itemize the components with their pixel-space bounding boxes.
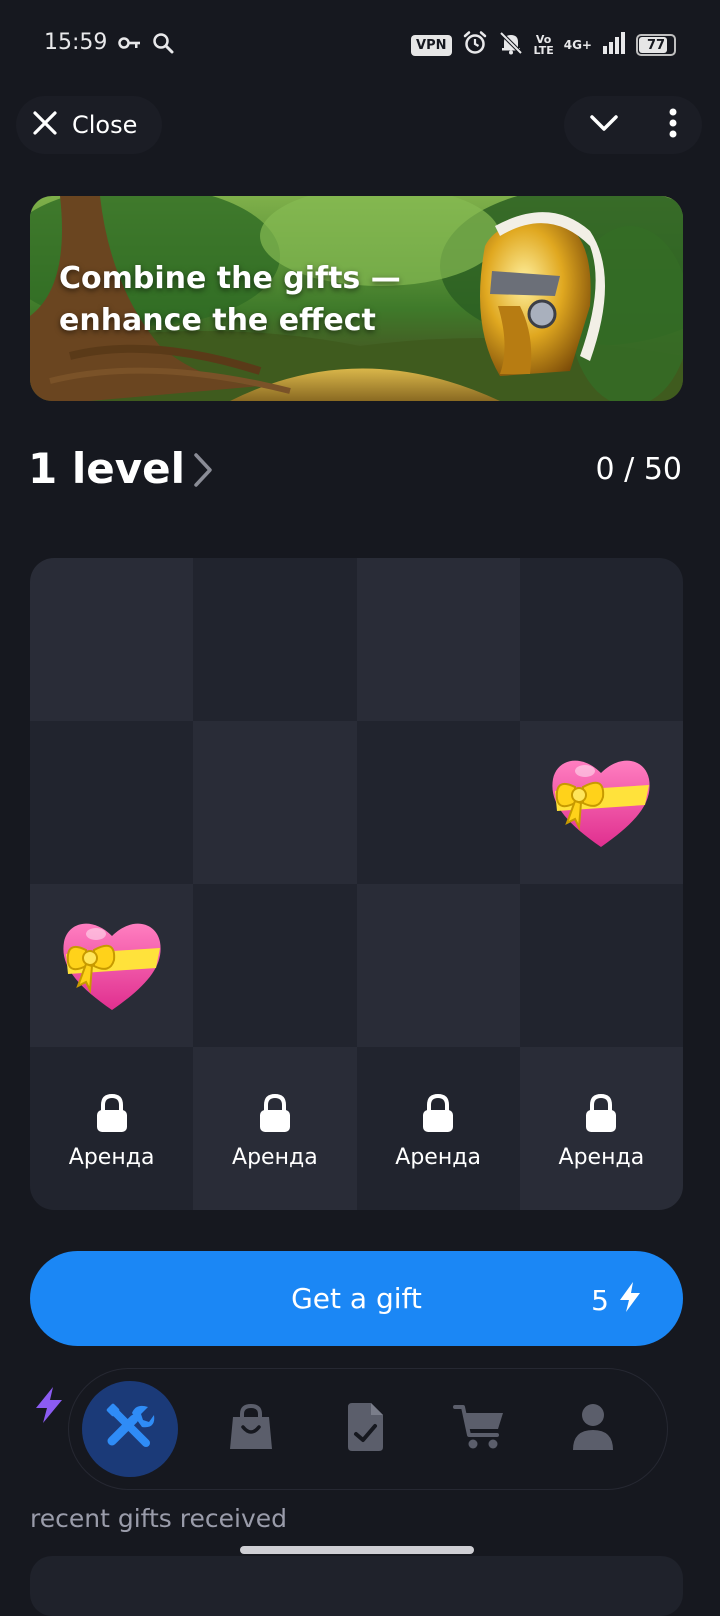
more-vertical-icon[interactable] xyxy=(669,108,677,142)
bell-off-icon xyxy=(498,30,524,60)
energy-lightning-icon xyxy=(32,1386,66,1428)
document-check-icon xyxy=(345,1402,385,1456)
volte-bottom: LTE xyxy=(533,44,554,57)
get-gift-label: Get a gift xyxy=(291,1282,422,1315)
locked-slot[interactable]: Аренда xyxy=(193,1047,357,1210)
recent-gifts-heading: recent gifts received xyxy=(30,1504,288,1533)
battery-level: 77 xyxy=(646,37,666,53)
level-row[interactable]: 1 level 0 / 50 xyxy=(28,440,682,500)
grid-cell[interactable] xyxy=(356,721,520,884)
lightning-icon xyxy=(617,1281,643,1320)
home-indicator[interactable] xyxy=(240,1546,474,1554)
grid-cell[interactable] xyxy=(519,558,683,721)
grid-cell[interactable] xyxy=(356,884,520,1047)
level-progress: 0 / 50 xyxy=(595,452,682,487)
grid-cell[interactable] xyxy=(193,884,357,1047)
locked-slot[interactable]: Аренда xyxy=(30,1047,194,1210)
get-gift-button[interactable]: Get a gift 5 xyxy=(30,1251,683,1346)
battery-indicator: 77 xyxy=(636,34,676,56)
heart-with-ribbon-icon xyxy=(63,923,161,1010)
tab-tasks[interactable] xyxy=(308,1381,422,1477)
locked-slot-label: Аренда xyxy=(232,1145,318,1170)
grid-cell[interactable] xyxy=(193,721,357,884)
heart-with-ribbon-icon xyxy=(552,760,650,847)
locked-slot-label: Аренда xyxy=(68,1145,155,1170)
tools-icon xyxy=(104,1401,156,1457)
lock-icon xyxy=(258,1093,292,1137)
tab-cart[interactable] xyxy=(422,1381,536,1477)
status-right-icons: VPN Vo LTE 4G+ 77 xyxy=(411,30,676,60)
grid-cell[interactable] xyxy=(30,558,194,721)
close-button[interactable]: Close xyxy=(16,96,162,154)
bottom-tab-bar xyxy=(68,1368,668,1490)
grid-cell[interactable] xyxy=(193,558,357,721)
status-time: 15:59 xyxy=(44,30,108,55)
grid-cell[interactable] xyxy=(356,558,520,721)
lock-icon xyxy=(95,1093,129,1137)
locked-slot[interactable]: Аренда xyxy=(356,1047,520,1210)
alarm-icon xyxy=(462,30,488,60)
vpn-badge: VPN xyxy=(411,34,452,56)
locked-slot-label: Аренда xyxy=(558,1145,645,1170)
status-bar: 15:59 VPN Vo LTE 4G+ 77 xyxy=(0,0,720,90)
status-left-icons xyxy=(118,32,174,58)
promo-banner[interactable]: Combine the gifts — enhance the effect xyxy=(30,196,683,401)
volte-indicator: Vo LTE xyxy=(534,34,554,56)
grid-cell[interactable] xyxy=(519,884,683,1047)
recent-gifts-card[interactable] xyxy=(30,1556,683,1616)
lock-icon xyxy=(584,1093,618,1137)
header-menu xyxy=(564,96,702,154)
chevron-right-icon xyxy=(192,452,214,492)
gift-grid: Аренда Аренда Аренда Аренда xyxy=(30,558,683,1210)
gift-cost-value: 5 xyxy=(591,1284,609,1317)
grid-cell[interactable] xyxy=(30,721,194,884)
user-icon xyxy=(572,1403,614,1455)
grid-cell-gift[interactable] xyxy=(519,721,683,884)
cart-icon xyxy=(453,1403,505,1455)
lock-icon xyxy=(421,1093,455,1137)
close-icon xyxy=(32,110,58,140)
chevron-down-icon[interactable] xyxy=(589,113,619,137)
gift-cost: 5 xyxy=(591,1281,643,1320)
tab-profile[interactable] xyxy=(536,1381,650,1477)
grid-cell-gift[interactable] xyxy=(30,884,194,1047)
shopping-bag-icon xyxy=(228,1403,274,1455)
banner-title: Combine the gifts — enhance the effect xyxy=(59,261,401,338)
search-icon xyxy=(152,32,174,58)
key-icon xyxy=(118,34,142,56)
close-label: Close xyxy=(72,111,138,139)
level-title: 1 level xyxy=(28,444,185,493)
network-type: 4G+ xyxy=(563,38,592,52)
signal-icon xyxy=(602,32,626,58)
locked-slot[interactable]: Аренда xyxy=(519,1047,683,1210)
tab-shop[interactable] xyxy=(194,1381,308,1477)
tab-tools[interactable] xyxy=(82,1381,178,1477)
locked-slot-label: Аренда xyxy=(395,1145,481,1170)
